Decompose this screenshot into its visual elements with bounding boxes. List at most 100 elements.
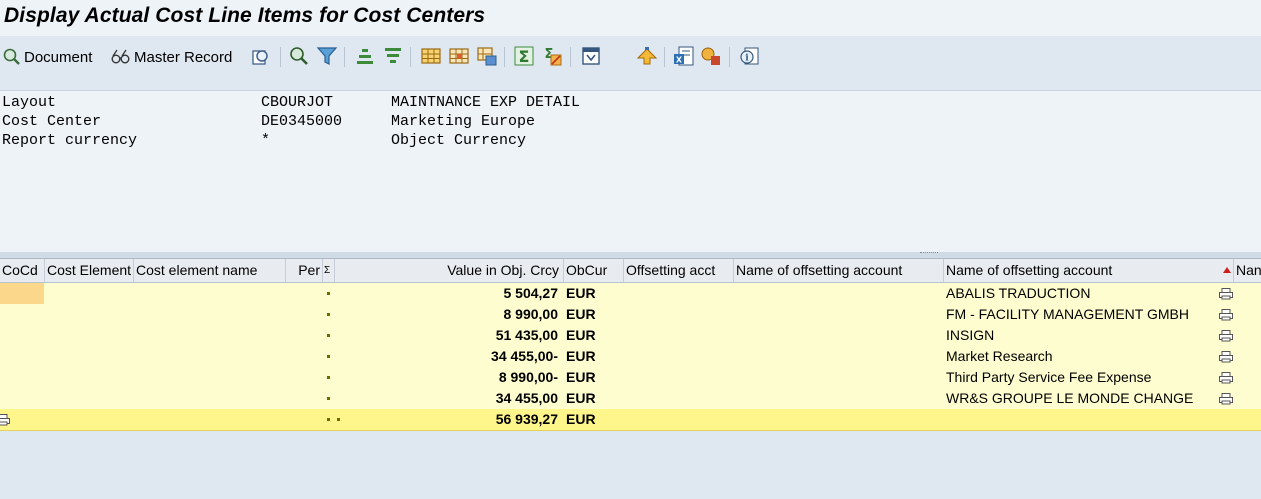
header-row-layout: Layout CBOURJOT MAINTNANCE EXP DETAIL: [0, 94, 580, 113]
header-value: *: [261, 132, 271, 149]
value-cell: 5 504,27: [503, 285, 559, 301]
currency-cell: EUR: [566, 369, 596, 385]
table-row[interactable]: 8 990,00- EUR Third Party Service Fee Ex…: [0, 367, 1261, 389]
find-icon[interactable]: [288, 45, 310, 67]
column-header-offset-name-3[interactable]: Nan: [1234, 259, 1261, 282]
total-level-marker: [327, 292, 330, 295]
column-header-offset-name[interactable]: Name of offsetting account: [734, 259, 944, 282]
pane-splitter[interactable]: [0, 252, 1261, 259]
master-record-button-label: Master Record: [134, 48, 233, 66]
toolbar-separator: [410, 47, 411, 67]
total-level-marker: [327, 418, 330, 421]
column-header-obcur[interactable]: ObCur: [564, 259, 624, 282]
change-layout-icon[interactable]: [448, 45, 470, 67]
header-row-cost-center: Cost Center DE0345000 Marketing Europe: [0, 113, 535, 132]
document-button-label: Document: [24, 48, 93, 66]
subtotal-icon[interactable]: Σ: [541, 45, 563, 67]
total-level-marker: [327, 313, 330, 316]
total-value-cell: 56 939,27: [495, 411, 558, 427]
currency-cell: EUR: [566, 348, 596, 364]
offset-name-cell: FM - FACILITY MANAGEMENT GMBH: [946, 306, 1189, 322]
sort-descending-icon[interactable]: [382, 45, 404, 67]
header-description: Marketing Europe: [391, 113, 536, 130]
header-value: DE0345000: [261, 113, 343, 130]
document-button[interactable]: Document: [2, 45, 92, 69]
column-header-offsetting-acct[interactable]: Offsetting acct: [624, 259, 734, 282]
total-level-marker: [327, 376, 330, 379]
header-row-report-currency: Report currency * Object Currency: [0, 132, 526, 151]
offset-name-cell: ABALIS TRADUCTION: [946, 285, 1091, 301]
header-label: Report currency: [2, 132, 138, 149]
table-row[interactable]: 51 435,00 EUR INSIGN: [0, 325, 1261, 347]
total-level-marker: [327, 334, 330, 337]
title-bar: Display Actual Cost Line Items for Cost …: [0, 0, 1261, 36]
table-row[interactable]: 8 990,00 EUR FM - FACILITY MANAGEMENT GM…: [0, 304, 1261, 326]
toolbar-separator: [570, 47, 571, 67]
currency-cell: EUR: [566, 285, 596, 301]
value-cell: 34 455,00-: [491, 348, 558, 364]
total-level-marker: [327, 355, 330, 358]
column-header-cost-element-name[interactable]: Cost element name: [134, 259, 286, 282]
currency-cell: EUR: [566, 327, 596, 343]
application-toolbar: Document Master Record Σ Σ X i: [0, 36, 1261, 78]
printer-icon[interactable]: [1219, 329, 1233, 342]
sort-indicator-icon: [1223, 260, 1231, 278]
toolbar-separator: [729, 47, 730, 67]
info-icon[interactable]: i: [739, 45, 761, 67]
header-value: CBOURJOT: [261, 94, 334, 111]
svg-text:Σ: Σ: [519, 47, 530, 66]
table-row[interactable]: 34 455,00 EUR WR&S GROUPE LE MONDE CHANG…: [0, 388, 1261, 410]
master-record-button[interactable]: Master Record: [110, 45, 232, 69]
value-cell: 51 435,00: [495, 327, 558, 343]
toolbar-separator: [344, 47, 345, 67]
svg-text:X: X: [676, 56, 683, 65]
total-icon[interactable]: Σ: [513, 45, 535, 67]
column-header-cocd[interactable]: CoCd: [0, 259, 45, 282]
value-cell: 34 455,00: [495, 390, 558, 406]
total-level-marker: [327, 397, 330, 400]
page-title: Display Actual Cost Line Items for Cost …: [4, 4, 486, 27]
printer-icon[interactable]: [1219, 371, 1233, 384]
column-header-period[interactable]: Per: [286, 259, 323, 282]
choose-detail-icon[interactable]: [250, 45, 272, 67]
total-currency-cell: EUR: [566, 411, 596, 427]
column-header-offset-name-sorted[interactable]: Name of offsetting account: [944, 259, 1234, 282]
table-row[interactable]: 34 455,00- EUR Market Research: [0, 346, 1261, 368]
toolbar-separator: [504, 47, 505, 67]
toolbar-separator: [664, 47, 665, 67]
value-cell: 8 990,00: [503, 306, 559, 322]
total-row[interactable]: 56 939,27 EUR: [0, 409, 1261, 431]
printer-icon[interactable]: [1219, 287, 1233, 300]
report-header: Layout CBOURJOT MAINTNANCE EXP DETAIL Co…: [0, 90, 1261, 253]
grid-header: CoCd Cost Element Cost element name Per …: [0, 259, 1261, 283]
layout-icon[interactable]: [420, 45, 442, 67]
column-header-sigma[interactable]: Σ: [323, 259, 335, 282]
svg-text:i: i: [745, 54, 749, 64]
sort-ascending-icon[interactable]: [354, 45, 376, 67]
header-description: MAINTNANCE EXP DETAIL: [391, 94, 581, 111]
printer-icon[interactable]: [1219, 392, 1233, 405]
send-icon[interactable]: [636, 45, 658, 67]
excel-icon[interactable]: X: [673, 45, 695, 67]
splitter-grip[interactable]: [920, 252, 938, 257]
printer-icon[interactable]: [1219, 308, 1233, 321]
column-header-value[interactable]: Value in Obj. Crcy: [335, 259, 564, 282]
printer-icon[interactable]: [1219, 350, 1233, 363]
offset-name-cell: WR&S GROUPE LE MONDE CHANGE: [946, 390, 1194, 406]
save-layout-icon[interactable]: [476, 45, 498, 67]
offset-name-cell: Market Research: [946, 348, 1053, 364]
offset-name-cell: Third Party Service Fee Expense: [946, 369, 1152, 385]
export-icon[interactable]: [580, 45, 602, 67]
printer-icon[interactable]: [0, 413, 10, 426]
glasses-icon: [110, 47, 131, 67]
table-row[interactable]: 5 504,27 EUR ABALIS TRADUCTION: [0, 283, 1261, 305]
selected-cell[interactable]: [0, 283, 44, 304]
header-label: Cost Center: [2, 113, 102, 130]
filter-icon[interactable]: [316, 45, 338, 67]
offset-name-cell: INSIGN: [946, 327, 995, 343]
toolbar-separator: [280, 47, 281, 67]
column-header-cost-element[interactable]: Cost Element: [45, 259, 134, 282]
currency-cell: EUR: [566, 306, 596, 322]
value-cell: 8 990,00-: [498, 369, 558, 385]
abc-analysis-icon[interactable]: [700, 45, 722, 67]
